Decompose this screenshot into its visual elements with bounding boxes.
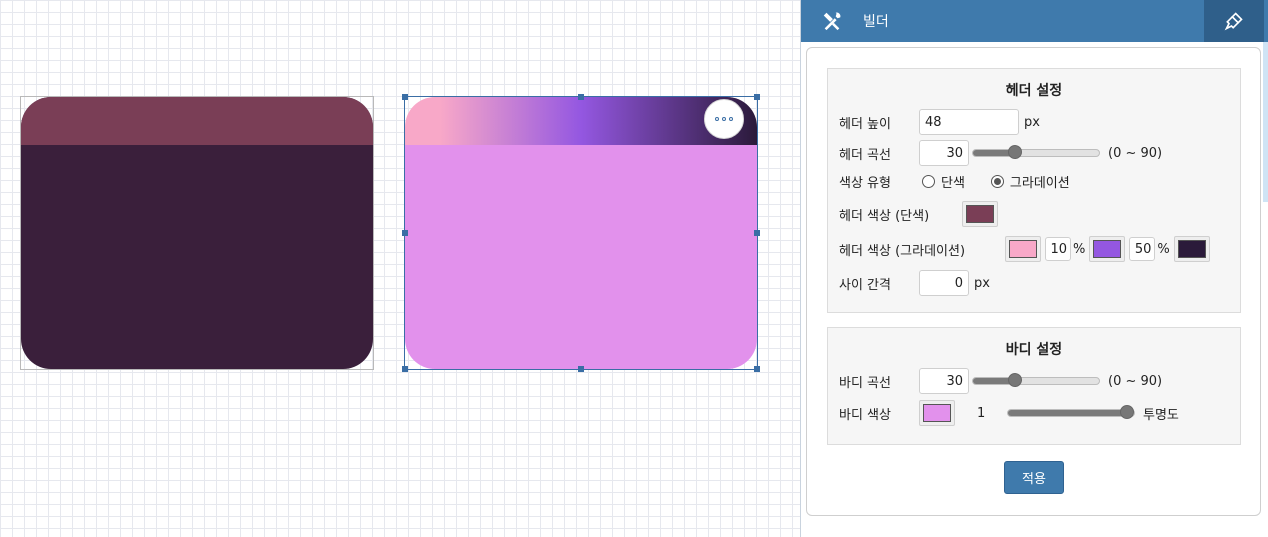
- apply-button[interactable]: 적용: [1004, 461, 1064, 494]
- solid-color-swatch[interactable]: [962, 201, 998, 227]
- body-curve-row: 바디 곡선 (0 ~ 90): [839, 367, 1162, 395]
- body-color-row: 바디 색상 1 투명도: [839, 399, 1179, 427]
- gradient-color1-swatch[interactable]: [1005, 236, 1041, 262]
- opacity-label: 투명도: [1143, 407, 1179, 423]
- more-horizontal-icon-dot: [722, 117, 726, 121]
- gradient-color3-swatch[interactable]: [1173, 236, 1210, 262]
- header-settings-section: 헤더 설정 헤더 높이 px 헤더 곡선 (0 ~ 90) 색상 유형: [827, 68, 1241, 313]
- radio-solid[interactable]: 단색: [922, 172, 965, 191]
- card-body: [405, 145, 757, 369]
- header-height-label: 헤더 높이: [839, 116, 891, 132]
- gradient-color2-swatch[interactable]: [1089, 236, 1126, 262]
- panel-scrollbar[interactable]: [1263, 42, 1268, 202]
- percent-sign: %: [1157, 241, 1170, 257]
- swatch-fill: [1177, 240, 1206, 258]
- gap-label: 사이 간격: [839, 277, 891, 293]
- swatch-fill: [1093, 240, 1122, 258]
- gradient-color-row: 헤더 색상 (그라데이션) % %: [839, 235, 1210, 263]
- gap-unit: px: [974, 275, 990, 291]
- body-curve-label: 바디 곡선: [839, 375, 891, 391]
- resize-handle-e[interactable]: [754, 230, 760, 236]
- body-curve-input[interactable]: [919, 368, 969, 394]
- widget-card-gradient[interactable]: [402, 94, 760, 372]
- radio-gradient[interactable]: 그라데이션: [990, 172, 1070, 191]
- card-header: [21, 97, 373, 145]
- builder-panel: 빌더 헤더 설정 헤더 높이 px 헤더 곡선: [800, 0, 1268, 537]
- body-color-swatch[interactable]: [919, 400, 955, 426]
- body-curve-slider[interactable]: [972, 373, 1100, 387]
- header-curve-label: 헤더 곡선: [839, 147, 891, 163]
- slider-thumb[interactable]: [1120, 405, 1134, 419]
- panel-title: 빌더: [863, 14, 889, 30]
- more-options-button[interactable]: [704, 99, 744, 139]
- body-curve-range: (0 ~ 90): [1108, 373, 1163, 389]
- tools-icon: [823, 12, 841, 31]
- section-title: 헤더 설정: [1005, 83, 1063, 99]
- swatch-fill: [1009, 240, 1037, 258]
- body-color-label: 바디 색상: [839, 407, 891, 423]
- slider-thumb[interactable]: [1007, 145, 1022, 159]
- header-curve-range: (0 ~ 90): [1108, 145, 1163, 161]
- header-height-row: 헤더 높이 px: [839, 108, 1040, 136]
- header-curve-row: 헤더 곡선 (0 ~ 90): [839, 139, 1162, 167]
- gradient-color-label: 헤더 색상 (그라데이션): [839, 243, 966, 259]
- radio-solid-label: 단색: [941, 175, 965, 191]
- radio-solid-circle[interactable]: [922, 174, 935, 188]
- gradient-stop1-input[interactable]: [1045, 237, 1071, 261]
- brush-button[interactable]: [1204, 0, 1264, 42]
- more-horizontal-icon-dot: [729, 117, 733, 121]
- header-curve-input[interactable]: [919, 140, 969, 166]
- resize-handle-se[interactable]: [754, 366, 760, 372]
- header-height-unit: px: [1024, 114, 1040, 130]
- gap-row: 사이 간격 px: [839, 269, 990, 297]
- body-settings-section: 바디 설정 바디 곡선 (0 ~ 90) 바디 색상 1 투명도: [827, 327, 1241, 445]
- opacity-value: 1: [977, 405, 986, 421]
- solid-color-row: 헤더 색상 (단색): [839, 200, 998, 228]
- header-curve-slider[interactable]: [972, 145, 1100, 159]
- brush-icon: [1224, 12, 1243, 31]
- gap-input[interactable]: [919, 270, 969, 296]
- panel-topbar: 빌더: [801, 0, 1268, 42]
- resize-handle-w[interactable]: [402, 230, 408, 236]
- radio-gradient-label: 그라데이션: [1009, 175, 1070, 191]
- swatch-fill: [966, 205, 994, 223]
- more-horizontal-icon: [715, 117, 719, 121]
- resize-handle-sw[interactable]: [402, 366, 408, 372]
- section-title: 바디 설정: [1005, 342, 1063, 358]
- widget-card-solid[interactable]: [20, 96, 374, 370]
- resize-handle-ne[interactable]: [754, 94, 760, 100]
- color-type-row: 색상 유형 단색 그라데이션: [839, 167, 1070, 195]
- settings-container: 헤더 설정 헤더 높이 px 헤더 곡선 (0 ~ 90) 색상 유형: [806, 47, 1261, 516]
- radio-gradient-circle[interactable]: [990, 174, 1004, 188]
- percent-sign: %: [1073, 241, 1086, 257]
- color-type-label: 색상 유형: [839, 175, 891, 191]
- card-container: [21, 97, 373, 369]
- slider-thumb[interactable]: [1007, 373, 1022, 387]
- resize-handle-n[interactable]: [578, 94, 584, 100]
- gradient-stop2-input[interactable]: [1129, 237, 1156, 261]
- resize-handle-nw[interactable]: [402, 94, 408, 100]
- card-container: [405, 97, 757, 369]
- resize-handle-s[interactable]: [578, 366, 584, 372]
- header-height-input[interactable]: [919, 109, 1019, 135]
- opacity-slider[interactable]: [1007, 405, 1135, 419]
- swatch-fill: [923, 404, 951, 422]
- solid-color-label: 헤더 색상 (단색): [839, 208, 930, 224]
- slider-fill: [1008, 410, 1127, 416]
